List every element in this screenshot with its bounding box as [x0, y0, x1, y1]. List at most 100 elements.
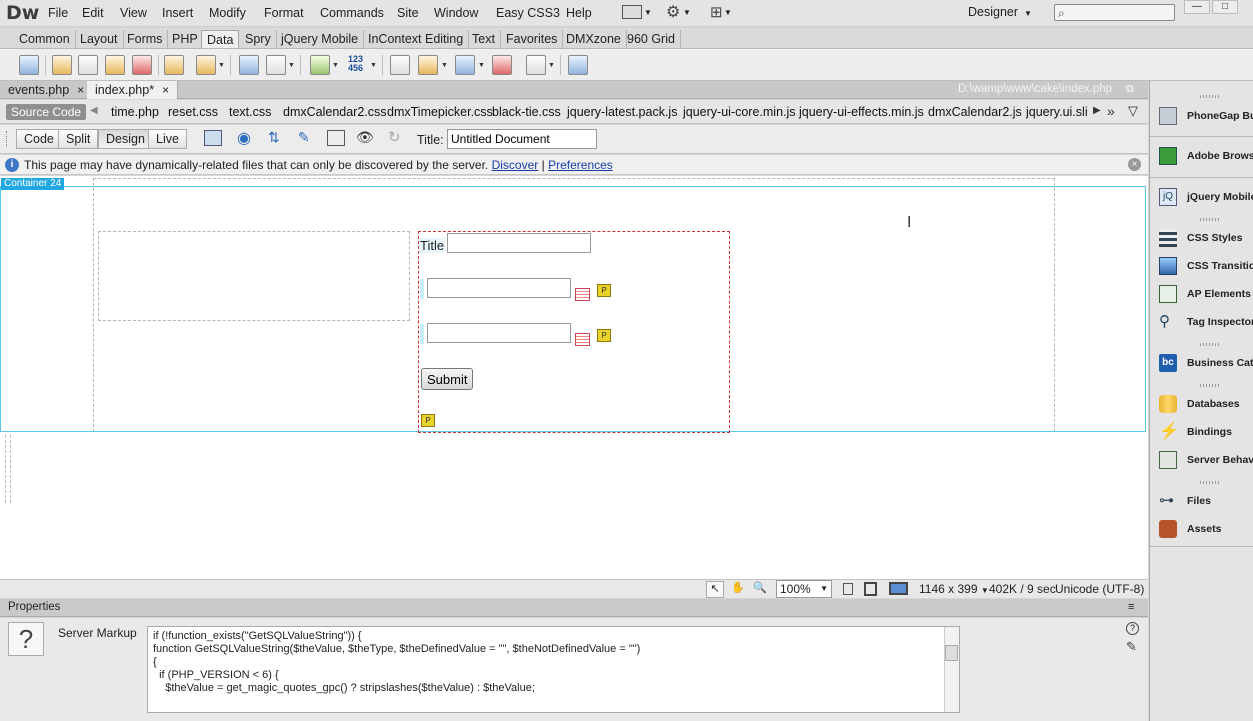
scrollbar-thumb[interactable] [945, 645, 958, 661]
stored-procedure-icon[interactable] [78, 55, 98, 75]
related-file[interactable]: reset.css [168, 105, 218, 119]
restore-icon[interactable]: ⧉ [1126, 83, 1134, 96]
tab-dmxzone[interactable]: DMXzone [561, 30, 627, 48]
file-management-icon[interactable]: ⇅ [268, 129, 280, 146]
validate-icon[interactable] [327, 130, 345, 146]
split-view-button[interactable]: Split [58, 129, 99, 149]
edit-icon[interactable]: ✎ [1126, 639, 1137, 655]
mobile-size-icon[interactable] [843, 583, 853, 595]
related-file[interactable]: jquery-ui-core.min.js [683, 105, 796, 119]
panel-grip[interactable] [1200, 384, 1220, 387]
filter-icon[interactable]: ▽ [1128, 103, 1138, 119]
panel-grip[interactable] [1200, 343, 1220, 346]
lightning-icon[interactable] [196, 55, 216, 75]
tab-forms[interactable]: Forms [122, 30, 169, 48]
panel-files[interactable]: ⊶ Files [1150, 488, 1253, 516]
menu-edit[interactable]: Edit [82, 6, 104, 20]
related-file[interactable]: dmxTimepicker.css [387, 105, 493, 119]
panel-grip[interactable] [1200, 95, 1220, 98]
window-size[interactable]: 1146 x 399 ▼ [919, 582, 989, 596]
doc-tab-events[interactable]: events.php × [0, 81, 94, 99]
tab-incontext-editing[interactable]: InContext Editing [363, 30, 470, 48]
preferences-link[interactable]: Preferences [548, 158, 613, 172]
zoom-tool-icon[interactable]: 🔍 [751, 581, 769, 598]
menu-file[interactable]: File [48, 6, 68, 20]
menu-modify[interactable]: Modify [209, 6, 246, 20]
record-insert-icon[interactable] [239, 55, 259, 75]
end-date-field[interactable] [427, 323, 571, 343]
tab-spry[interactable]: Spry [240, 30, 277, 48]
minimize-button[interactable]: — [1184, 0, 1210, 14]
chevron-down-icon[interactable]: ▼ [218, 62, 225, 69]
visual-aids-icon[interactable]: 👁 [356, 129, 374, 146]
source-code-button[interactable]: Source Code [6, 104, 87, 120]
master-detail-icon[interactable] [310, 55, 330, 75]
menu-window[interactable]: Window [434, 6, 478, 20]
code-view-button[interactable]: Code [16, 129, 62, 149]
discover-link[interactable]: Discover [492, 158, 539, 172]
panel-grip[interactable] [1200, 481, 1220, 484]
doc-tab-index[interactable]: index.php* × [87, 81, 179, 99]
xslt-icon[interactable] [418, 55, 438, 75]
panel-adobe-browserlab[interactable]: Adobe Browser [1150, 143, 1253, 171]
panel-server-behaviors[interactable]: Server Behaviors [1150, 447, 1253, 475]
title-field[interactable] [447, 233, 591, 253]
tablet-size-icon[interactable] [864, 582, 877, 596]
tab-common[interactable]: Common [14, 30, 76, 48]
select-tool-icon[interactable]: ↖ [706, 581, 724, 598]
calendar-icon[interactable] [575, 288, 590, 301]
live-view-button[interactable]: Live [148, 129, 187, 149]
document-title-input[interactable] [447, 129, 597, 149]
more-icon[interactable]: » [1107, 103, 1115, 119]
properties-header[interactable]: Properties ≡ [0, 599, 1148, 617]
related-file[interactable]: jquery.ui.slid [1026, 105, 1088, 119]
code-scrollbar[interactable] [944, 627, 959, 712]
design-view-button[interactable]: Design [98, 129, 153, 149]
submit-button[interactable]: Submit [421, 368, 474, 390]
php-code-icon[interactable]: P [597, 329, 611, 342]
related-file[interactable]: dmxCalendar2.js [928, 105, 1022, 119]
import-data-icon[interactable] [19, 55, 39, 75]
menu-view[interactable]: View [120, 6, 147, 20]
php-code-icon[interactable]: P [597, 284, 611, 297]
tab-data[interactable]: Data [201, 30, 240, 48]
related-file[interactable]: jquery-ui-effects.min.js [799, 105, 924, 119]
multiscreen-icon[interactable] [204, 130, 222, 146]
tab-layout[interactable]: Layout [75, 30, 124, 48]
chevron-down-icon[interactable]: ▼ [478, 62, 485, 69]
chevron-down-icon[interactable]: ▼ [548, 62, 555, 69]
menu-easy-css3[interactable]: Easy CSS3 [496, 6, 560, 20]
calendar-icon[interactable] [575, 333, 590, 346]
workspace-switcher[interactable]: Designer ▼ [968, 5, 1032, 19]
hand-tool-icon[interactable]: ✋ [729, 581, 747, 598]
dynamic-data-icon[interactable] [105, 55, 125, 75]
show-region-icon[interactable] [164, 55, 184, 75]
chevron-down-icon[interactable]: ▼ [370, 62, 377, 69]
panel-phonegap-build[interactable]: PhoneGap Build [1150, 103, 1253, 131]
tab-php[interactable]: PHP [167, 30, 204, 48]
close-icon[interactable]: × [162, 83, 169, 97]
menu-insert[interactable]: Insert [162, 6, 193, 20]
panel-jquery-mobile[interactable]: jQ jQuery Mobile [1150, 184, 1253, 212]
gear-icon[interactable]: ⚙ [666, 2, 680, 22]
refresh-icon[interactable]: ↻ [388, 128, 401, 146]
chevron-down-icon[interactable]: ▼ [441, 62, 448, 69]
design-canvas[interactable]: Container 24 Title P P Submit P I [0, 176, 1148, 579]
help-icon[interactable]: ? [1126, 622, 1139, 635]
close-icon[interactable]: × [1128, 158, 1141, 171]
panel-business-catalyst[interactable]: bc Business Catalyst [1150, 350, 1253, 378]
panel-assets[interactable]: Assets [1150, 516, 1253, 544]
layout-icon[interactable] [622, 5, 642, 19]
menu-format[interactable]: Format [264, 6, 304, 20]
browser-preview-icon[interactable]: ✎ [298, 129, 310, 146]
user-auth-icon[interactable] [390, 55, 410, 75]
chevron-down-icon[interactable]: ▼ [332, 62, 339, 69]
maximize-button[interactable]: □ [1212, 0, 1238, 14]
record-update-icon[interactable] [266, 55, 286, 75]
recordset-icon[interactable] [52, 55, 72, 75]
left-div[interactable] [98, 231, 410, 321]
tab-jquery-mobile[interactable]: jQuery Mobile [276, 30, 365, 48]
delete-record-icon[interactable] [492, 55, 512, 75]
close-icon[interactable]: × [77, 83, 84, 97]
chevron-down-icon[interactable]: ▼ [288, 62, 295, 69]
